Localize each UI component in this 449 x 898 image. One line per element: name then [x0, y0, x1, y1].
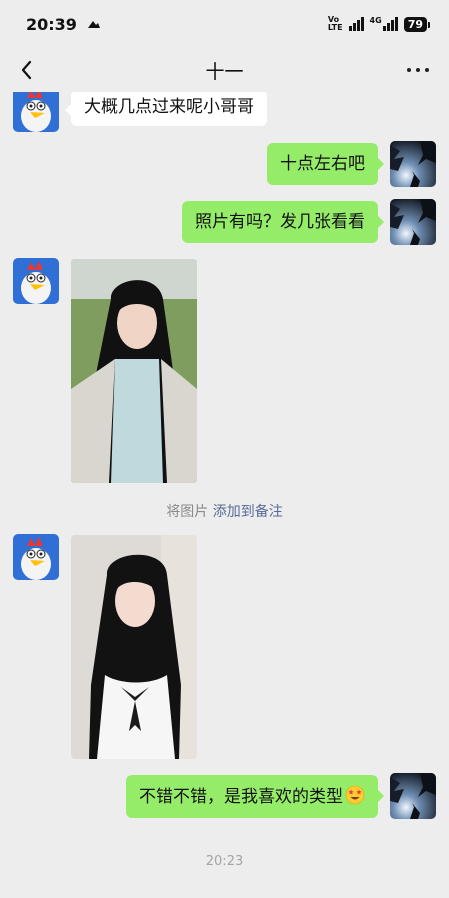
- status-left: 20:39: [26, 15, 101, 34]
- contact-avatar[interactable]: [13, 534, 59, 580]
- chat-title: 十一: [205, 60, 244, 83]
- system-note: 将图片 添加到备注: [0, 501, 449, 521]
- status-time: 20:39: [26, 14, 77, 34]
- cartoon-bird-avatar-icon: [13, 534, 59, 580]
- my-avatar[interactable]: [390, 199, 436, 245]
- message-bubble-incoming[interactable]: 大概几点过来呢小哥哥: [65, 92, 267, 126]
- message-bubble-outgoing[interactable]: 十点左右吧: [267, 143, 384, 185]
- star-struck-emoji-icon: [345, 785, 365, 805]
- image-message[interactable]: [71, 535, 197, 759]
- portrait-photo: [71, 259, 197, 483]
- night-photo-avatar-icon: [390, 199, 436, 245]
- cartoon-bird-avatar-icon: [13, 258, 59, 304]
- system-note-text: 将图片: [166, 504, 209, 520]
- add-to-remark-link[interactable]: 添加到备注: [213, 504, 283, 520]
- message-text: 照片有吗？发几张看看: [195, 212, 365, 232]
- message-bubble-outgoing[interactable]: 不错不错，是我喜欢的类型: [126, 775, 384, 818]
- message-text: 不错不错，是我喜欢的类型: [139, 787, 343, 807]
- status-right: Vo LTE 4G 79: [328, 16, 431, 32]
- message-text: 大概几点过来呢小哥哥: [84, 97, 254, 117]
- message-text: 十点左右吧: [280, 154, 365, 174]
- network-4g-label: 4G: [369, 16, 382, 25]
- contact-avatar[interactable]: [13, 92, 59, 132]
- my-avatar[interactable]: [390, 773, 436, 819]
- signal-4g-icon: [382, 17, 398, 31]
- night-photo-avatar-icon: [390, 141, 436, 187]
- portrait-photo: [71, 535, 197, 759]
- chevron-left-icon: [21, 60, 32, 80]
- lte-label: LTE: [327, 23, 343, 32]
- more-dot-icon: [407, 68, 411, 72]
- more-options-button[interactable]: [407, 68, 429, 72]
- mobile-data-indicator: 4G: [370, 17, 398, 31]
- contact-avatar[interactable]: [13, 258, 59, 304]
- back-button[interactable]: [16, 56, 40, 84]
- message-timestamp: 20:23: [205, 854, 244, 869]
- cartoon-bird-avatar-icon: [13, 92, 59, 132]
- more-dot-icon: [425, 68, 429, 72]
- battery-indicator: 79: [403, 16, 431, 32]
- message-list[interactable]: 大概几点过来呢小哥哥 十点左右吧 照片有吗？发几张看看 将图片 添加到备注 不错…: [0, 92, 449, 898]
- signal-icon: [348, 17, 364, 31]
- my-avatar[interactable]: [390, 141, 436, 187]
- night-photo-avatar-icon: [390, 773, 436, 819]
- more-dot-icon: [416, 68, 420, 72]
- message-bubble-outgoing[interactable]: 照片有吗？发几张看看: [182, 201, 384, 243]
- image-message[interactable]: [71, 259, 197, 483]
- chat-header: 十一: [0, 48, 449, 92]
- notification-icon: [87, 21, 100, 28]
- status-bar: 20:39 Vo LTE 4G 79: [0, 0, 449, 48]
- volte-indicator: Vo LTE: [328, 16, 343, 32]
